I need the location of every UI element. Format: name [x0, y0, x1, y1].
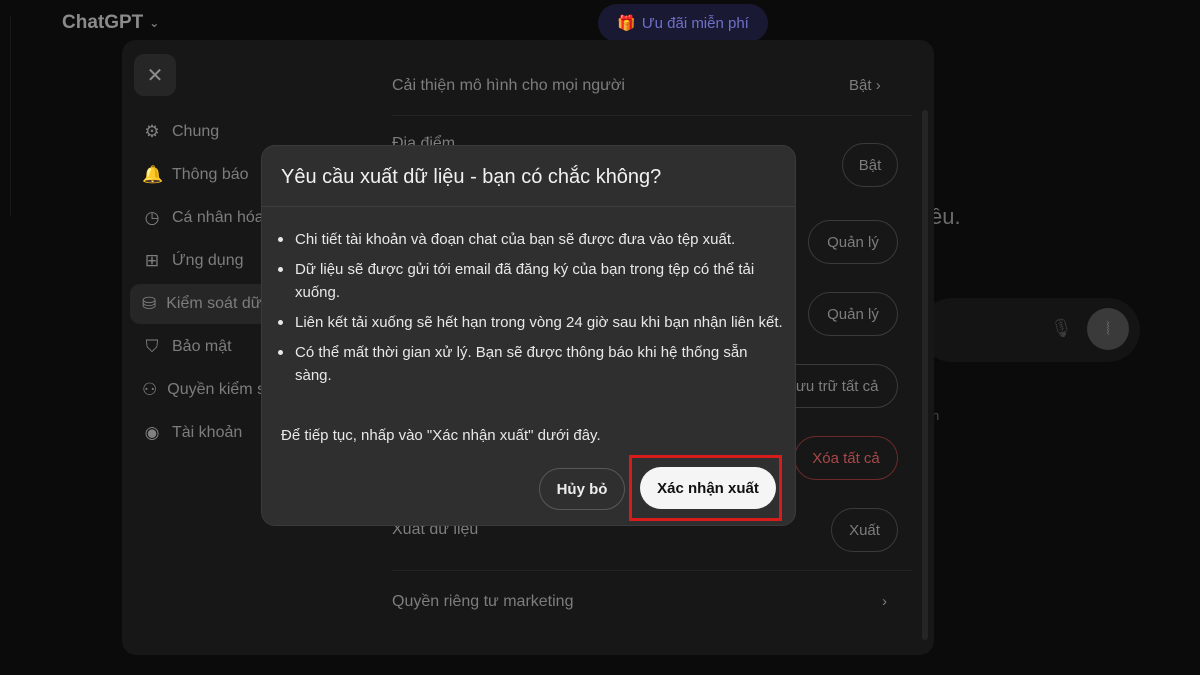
sidebar-item-label: Ứng dụng [172, 252, 244, 269]
sidebar-item-personalization[interactable]: ◷ Cá nhân hóa [130, 198, 270, 238]
manage-button-label: Quản lý [827, 305, 879, 323]
marketing-privacy-label: Quyền riêng tư marketing [392, 593, 574, 610]
sidebar-item-label: Thông báo [172, 166, 249, 183]
scrollbar[interactable] [922, 110, 928, 640]
gift-icon: 🎁 [617, 15, 636, 32]
manage-button-2[interactable]: Quản lý [808, 292, 898, 336]
model-selector[interactable]: ChatGPT ⌄ [62, 12, 159, 34]
export-confirm-dialog: Yêu cầu xuất dữ liệu - bạn có chắc không… [261, 145, 796, 526]
person-icon: ⚇ [142, 380, 158, 399]
sidebar-item-account[interactable]: ◉ Tài khoản [130, 413, 270, 453]
dialog-title: Yêu cầu xuất dữ liệu - bạn có chắc không… [281, 166, 662, 188]
cancel-button[interactable]: Hủy bỏ [539, 468, 625, 510]
chevron-down-icon: ⌄ [149, 16, 160, 30]
bell-icon: 🔔 [142, 165, 164, 184]
chevron-right-icon[interactable]: › [882, 593, 887, 610]
confirm-export-button[interactable]: Xác nhận xuất [640, 467, 776, 509]
location-enable-button[interactable]: Bật [842, 143, 898, 187]
archive-all-label: Lưu trữ tất cả [787, 377, 879, 395]
sidebar-item-data-controls[interactable]: ⛁ Kiểm soát dữ liệu [130, 284, 280, 324]
list-item: Liên kết tải xuống sẽ hết hạn trong vòng… [273, 311, 783, 334]
improve-model-label: Cải thiện mô hình cho mọi người [392, 77, 625, 94]
sidebar-item-security[interactable]: ⛉ Bảo mật [130, 327, 270, 367]
dialog-divider [262, 206, 795, 207]
sidebar-item-label: Cá nhân hóa [172, 209, 264, 226]
grid-icon: ⊞ [144, 251, 160, 270]
clock-icon: ◷ [144, 208, 160, 227]
account-icon: ◉ [144, 423, 160, 442]
sidebar-item-label: Tài khoản [172, 424, 243, 441]
delete-all-button[interactable]: Xóa tất cả [794, 436, 898, 480]
promo-button[interactable]: 🎁 Ưu đãi miễn phí [598, 4, 768, 42]
dialog-bullet-list: Chi tiết tài khoản và đoạn chat của bạn … [273, 228, 783, 394]
list-item: Dữ liệu sẽ được gửi tới email đã đăng ký… [273, 258, 783, 304]
sidebar-edge [10, 16, 18, 216]
list-item: Có thể mất thời gian xử lý. Bạn sẽ được … [273, 341, 783, 387]
divider [392, 115, 912, 116]
close-icon: ✕ [146, 64, 164, 87]
manage-button-label: Quản lý [827, 233, 879, 251]
dialog-note: Để tiếp tục, nhấp vào "Xác nhận xuất" dư… [281, 427, 601, 444]
manage-button[interactable]: Quản lý [808, 220, 898, 264]
shield-icon: ⛉ [145, 337, 159, 356]
divider [392, 570, 912, 571]
close-button[interactable]: ✕ [134, 54, 176, 96]
voice-mode-button[interactable]: ⦚ [1087, 308, 1129, 350]
export-button-label: Xuất [849, 521, 880, 539]
sidebar-item-notifications[interactable]: 🔔 Thông báo [130, 155, 270, 195]
sidebar-item-label: Bảo mật [172, 338, 232, 355]
sidebar-item-general[interactable]: ⚙ Chung [130, 112, 270, 152]
sidebar-item-label: Quyền kiểm soát [167, 381, 270, 398]
improve-model-value: Bật [849, 77, 872, 94]
improve-model-toggle[interactable]: Bật › [849, 77, 881, 94]
export-button[interactable]: Xuất [831, 508, 898, 552]
waveform-icon: ⦚ [1106, 318, 1110, 339]
brand-label: ChatGPT [62, 12, 144, 33]
chevron-right-icon: › [875, 77, 881, 94]
promo-label: Ưu đãi miễn phí [641, 14, 749, 32]
database-icon: ⛁ [142, 294, 157, 313]
sidebar-item-label: Chung [172, 123, 220, 140]
delete-all-label: Xóa tất cả [812, 449, 880, 467]
sidebar-item-parental-controls[interactable]: ⚇ Quyền kiểm soát [130, 370, 270, 410]
sidebar-item-apps[interactable]: ⊞ Ứng dụng [130, 241, 270, 281]
microphone-icon[interactable]: 🎙 [1050, 318, 1073, 340]
list-item: Chi tiết tài khoản và đoạn chat của bạn … [273, 228, 783, 251]
location-button-label: Bật [858, 156, 882, 174]
background-heading: ều. [930, 204, 961, 229]
gear-icon: ⚙ [144, 122, 160, 141]
